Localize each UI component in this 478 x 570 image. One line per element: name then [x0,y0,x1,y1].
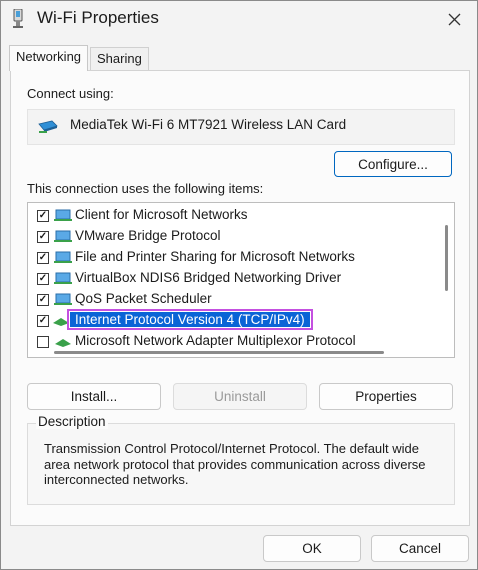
components-list[interactable]: ✓ Client for Microsoft Networks ✓ VMware… [27,202,455,358]
protocol-icon [55,339,71,347]
description-text: Transmission Control Protocol/Internet P… [44,441,426,487]
vertical-scrollbar[interactable] [445,225,448,291]
description-group: Description Transmission Control Protoco… [27,414,455,505]
close-icon [448,13,460,25]
network-component-icon [54,293,72,305]
list-item-label: QoS Packet Scheduler [75,291,212,306]
networking-panel: Connect using: MediaTek Wi-Fi 6 MT7921 W… [10,70,470,526]
window-title: Wi-Fi Properties [37,8,159,27]
connect-using-label: Connect using: [27,86,114,101]
network-adapter-icon [13,9,23,28]
list-item[interactable]: ✓ VirtualBox NDIS6 Bridged Networking Dr… [28,268,432,289]
list-item-label: VMware Bridge Protocol [75,228,221,243]
horizontal-scrollbar[interactable] [54,351,384,354]
install-button[interactable]: Install... [27,383,161,410]
cancel-button[interactable]: Cancel [371,535,469,562]
wireless-adapter-icon [38,120,58,133]
properties-button[interactable]: Properties [319,383,453,410]
list-item[interactable]: ✓ QoS Packet Scheduler [28,289,432,310]
tab-sharing[interactable]: Sharing [90,47,149,70]
network-component-icon [54,230,72,242]
checkbox[interactable]: ✓ [37,315,49,327]
network-component-icon [54,272,72,284]
checkbox[interactable]: ✓ [37,252,49,264]
list-item-label: Client for Microsoft Networks [75,207,248,222]
tab-networking[interactable]: Networking [9,45,89,71]
checkbox[interactable]: ✓ [37,273,49,285]
adapter-name: MediaTek Wi-Fi 6 MT7921 Wireless LAN Car… [70,117,347,132]
close-button[interactable] [441,7,467,31]
configure-button[interactable]: Configure... [334,151,452,177]
checkbox[interactable]: ✓ [37,294,49,306]
checkbox[interactable] [37,336,49,348]
ok-button[interactable]: OK [263,535,361,562]
list-item-label: VirtualBox NDIS6 Bridged Networking Driv… [75,270,342,285]
description-title: Description [36,414,108,429]
list-item-label: File and Printer Sharing for Microsoft N… [75,249,355,264]
list-item-label: Internet Protocol Version 4 (TCP/IPv4) [67,309,313,330]
list-item[interactable]: ✓ VMware Bridge Protocol [28,226,432,247]
adapter-box: MediaTek Wi-Fi 6 MT7921 Wireless LAN Car… [27,109,455,145]
protocol-icon [53,318,69,326]
items-label: This connection uses the following items… [27,181,264,196]
uninstall-button[interactable]: Uninstall [173,383,307,410]
network-component-icon [54,209,72,221]
title-bar[interactable]: Wi-Fi Properties [1,1,477,37]
checkbox[interactable]: ✓ [37,231,49,243]
list-item-label: Microsoft Network Adapter Multiplexor Pr… [75,333,356,348]
list-item-selected[interactable]: ✓ Internet Protocol Version 4 (TCP/IPv4) [28,309,432,331]
network-component-icon [54,251,72,263]
list-item[interactable]: ✓ File and Printer Sharing for Microsoft… [28,247,432,268]
wifi-properties-dialog: Wi-Fi Properties Networking Sharing Conn… [0,0,478,570]
list-item[interactable]: ✓ Client for Microsoft Networks [28,205,432,226]
checkbox[interactable]: ✓ [37,210,49,222]
list-item[interactable]: Microsoft Network Adapter Multiplexor Pr… [28,331,432,352]
